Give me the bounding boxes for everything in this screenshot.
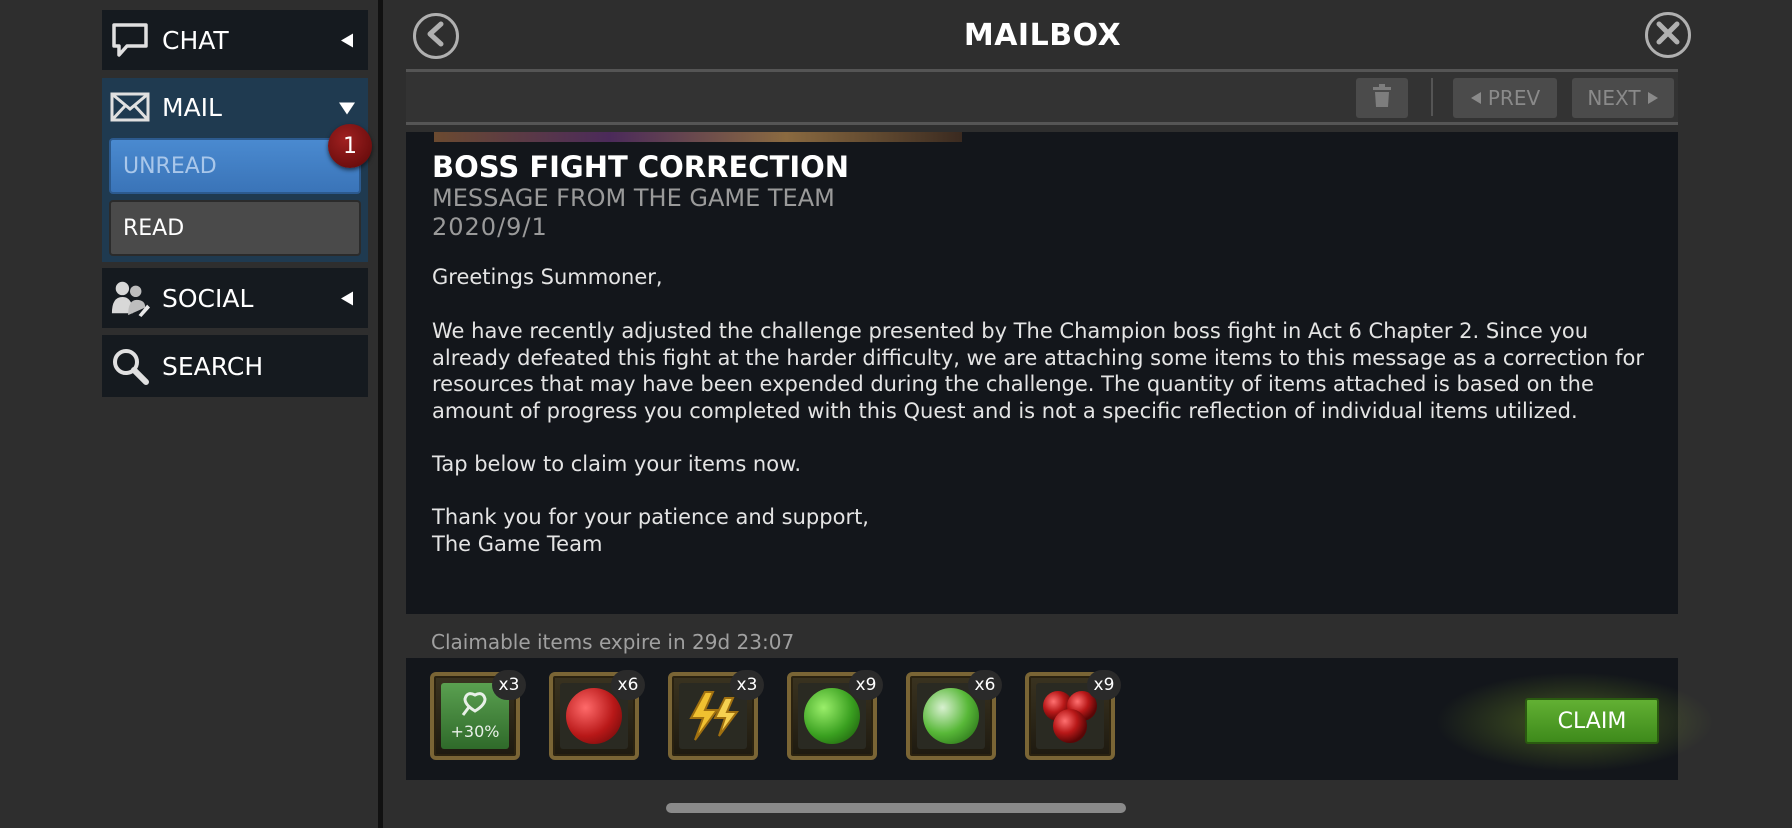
mail-tab-read-label: READ [123,215,185,241]
nav-social[interactable]: SOCIAL [102,268,368,328]
reward-quantity: x6 [611,670,645,700]
page-title: MAILBOX [963,18,1122,53]
expiry-notice: Claimable items expire in 29d 23:07 [431,630,795,654]
message-body: We have recently adjusted the challenge … [432,319,1644,423]
nav-search-label: SEARCH [162,351,264,381]
reward-quantity: x9 [1087,670,1121,700]
next-button-label: NEXT [1587,86,1641,110]
reward-quantity: x6 [968,670,1002,700]
message-signoff-line: The Game Team [432,531,603,556]
nav-social-label: SOCIAL [162,283,254,313]
mail-tab-read[interactable]: READ [109,200,361,256]
message-signoff: Thank you for your patience and support,… [432,504,1652,557]
close-button[interactable] [1645,12,1691,58]
social-people-icon [110,278,150,318]
reward-item[interactable]: x9 [787,670,883,760]
reward-quantity: x9 [849,670,883,700]
nav-mail[interactable]: MAIL [102,78,368,136]
toolbar-divider-bottom [406,122,1678,125]
delete-button[interactable] [1356,78,1408,118]
reward-item[interactable]: x6 [549,670,645,760]
chevron-right-icon [1647,86,1659,110]
message-date: 2020/9/1 [432,213,548,241]
message-panel: BOSS FIGHT CORRECTION MESSAGE FROM THE G… [406,132,1678,614]
nav-search[interactable]: SEARCH [102,335,368,397]
message-signoff-line: Thank you for your patience and support, [432,505,869,529]
message-sender: MESSAGE FROM THE GAME TEAM [432,184,835,212]
trash-icon [1372,83,1392,113]
horizontal-scrollbar[interactable] [666,803,1126,813]
search-icon [110,346,150,386]
mail-group: MAIL UNREAD 1 READ [102,78,372,262]
nav-mail-label: MAIL [162,92,222,122]
reward-item[interactable]: +30% x3 [430,670,526,760]
message-banner-image [434,132,962,142]
reward-item[interactable]: x6 [906,670,1002,760]
prev-button[interactable]: PREV [1453,78,1557,118]
close-icon [1655,20,1681,50]
toolbar-separator [1431,78,1433,116]
chevron-left-icon [340,284,354,313]
mail-toolbar: PREV NEXT [406,72,1678,122]
reward-item[interactable]: x9 [1025,670,1121,760]
chevron-left-icon [1470,86,1482,110]
unread-count-badge: 1 [328,124,372,168]
reward-quantity: x3 [730,670,764,700]
claim-button[interactable]: CLAIM [1525,698,1659,744]
message-title: BOSS FIGHT CORRECTION [432,150,850,184]
panel-divider [378,0,383,828]
mail-tab-unread[interactable]: UNREAD [109,138,361,194]
reward-quantity: x3 [492,670,526,700]
next-button[interactable]: NEXT [1572,78,1674,118]
envelope-icon [110,87,150,127]
prev-button-label: PREV [1487,86,1541,110]
mail-tab-unread-label: UNREAD [123,153,217,179]
message-greeting: Greetings Summoner, [432,265,663,289]
reward-item[interactable]: x3 [668,670,764,760]
message-cta: Tap below to claim your items now. [432,452,802,476]
xp-boost-label: +30% [451,722,500,741]
chevron-down-icon [338,93,356,122]
